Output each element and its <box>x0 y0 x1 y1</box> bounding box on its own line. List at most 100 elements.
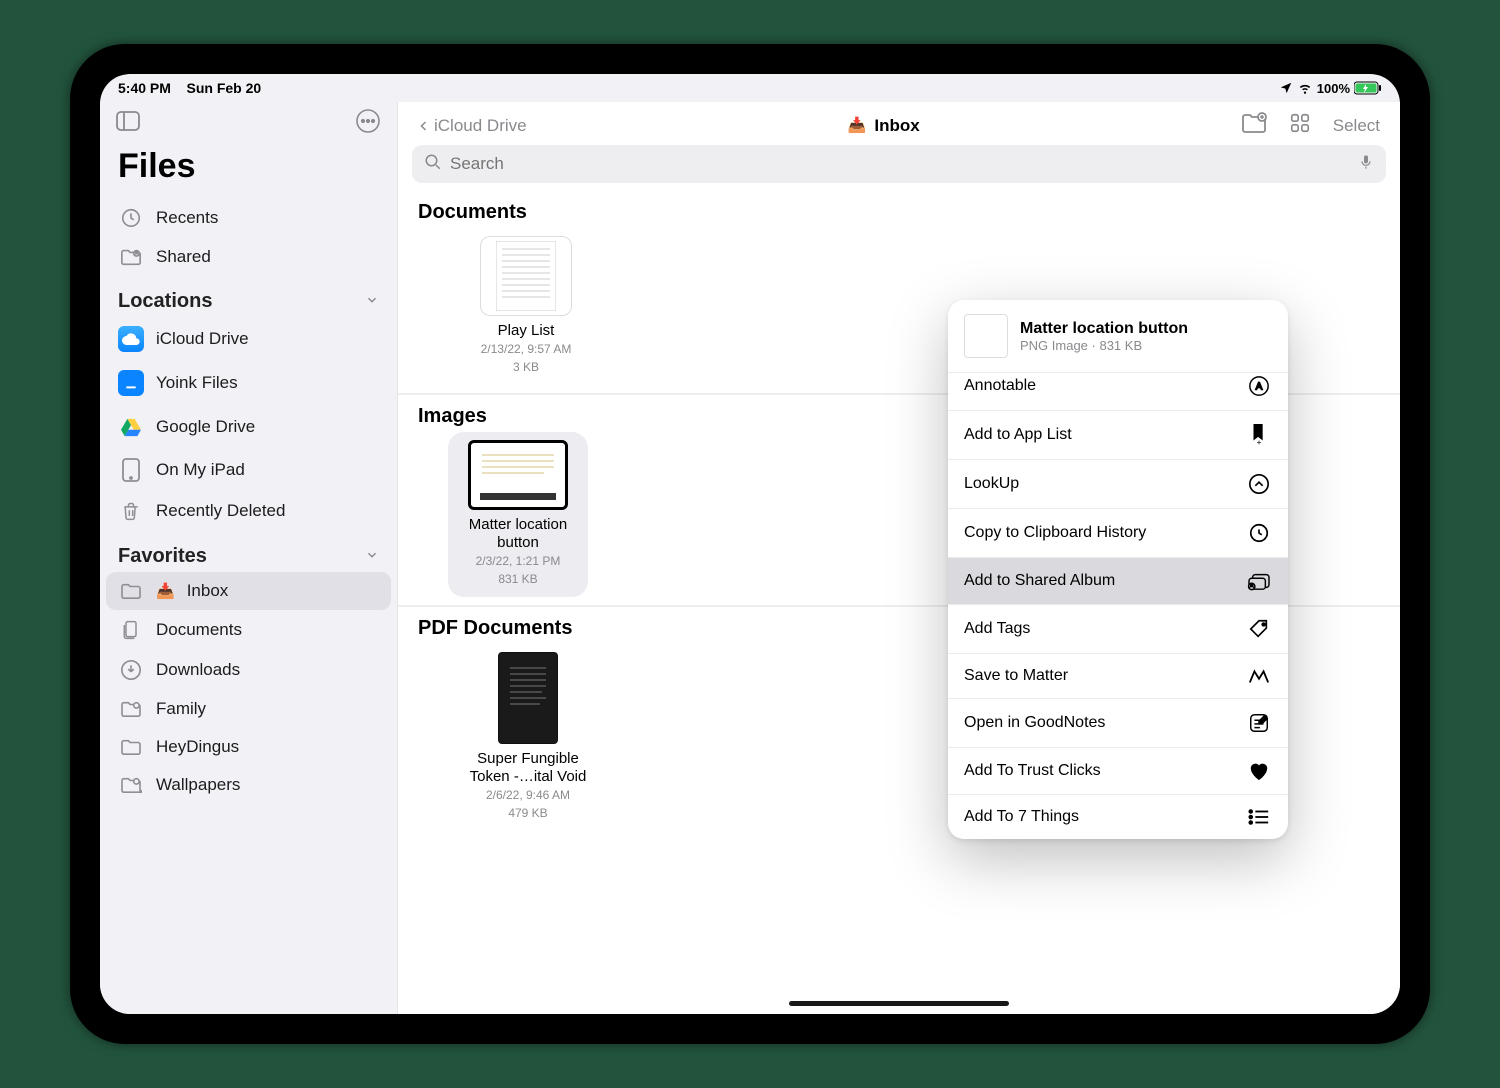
content-area: iCloud Drive 📥 Inbox Select <box>398 102 1400 1014</box>
svg-text:+: + <box>1257 438 1262 446</box>
back-label: iCloud Drive <box>434 116 527 136</box>
view-options-icon[interactable] <box>1289 112 1311 139</box>
icloud-icon <box>118 326 144 352</box>
svg-text:A: A <box>1256 382 1263 393</box>
chevron-down-icon <box>365 545 379 568</box>
shared-album-icon <box>1246 571 1272 591</box>
clock-icon <box>118 207 144 229</box>
sidebar-title: Files <box>106 139 391 198</box>
sidebar-item-label: Family <box>156 699 206 719</box>
sidebar-item-google-drive[interactable]: Google Drive <box>106 405 391 449</box>
sidebar-item-label: Wallpapers <box>156 775 240 795</box>
chevron-down-icon <box>365 290 379 313</box>
google-drive-icon <box>118 414 144 440</box>
list-icon <box>1246 808 1272 826</box>
sidebar-item-downloads[interactable]: Downloads <box>106 650 391 690</box>
sidebar-item-label: Google Drive <box>156 417 255 437</box>
matter-icon <box>1246 667 1272 685</box>
file-name: Play List <box>466 322 586 340</box>
context-thumbnail <box>964 314 1008 358</box>
file-meta-size: 831 KB <box>454 572 582 588</box>
status-date: Sun Feb 20 <box>186 80 261 96</box>
tag-icon <box>1246 618 1272 640</box>
annotate-icon: A <box>1246 375 1272 397</box>
status-time: 5:40 PM <box>118 80 171 96</box>
ipad-frame: 5:40 PM Sun Feb 20 100% ••• <box>70 44 1430 1044</box>
screen: 5:40 PM Sun Feb 20 100% ••• <box>100 74 1400 1014</box>
file-tile[interactable]: Super Fungible Token -…ital Void 2/6/22,… <box>458 652 598 821</box>
file-thumbnail <box>468 440 568 510</box>
context-item-add-app-list[interactable]: Add to App List + <box>948 410 1288 459</box>
nav-bar: iCloud Drive 📥 Inbox Select <box>398 102 1400 145</box>
battery-icon <box>1354 81 1382 95</box>
sidebar-item-label: On My iPad <box>156 460 245 480</box>
sidebar-item-recents[interactable]: Recents <box>106 198 391 238</box>
context-item-trust-clicks[interactable]: Add To Trust Clicks <box>948 747 1288 794</box>
microphone-icon[interactable] <box>1358 152 1374 177</box>
file-meta-size: 479 KB <box>458 806 598 822</box>
context-item-lookup[interactable]: LookUp <box>948 459 1288 508</box>
file-thumbnail <box>498 652 558 744</box>
goodnotes-icon <box>1246 712 1272 734</box>
back-button[interactable]: iCloud Drive <box>418 116 527 136</box>
context-subtitle: PNG Image · 831 KB <box>1020 338 1188 353</box>
yoink-icon <box>118 370 144 396</box>
chevron-up-circle-icon <box>1246 473 1272 495</box>
context-item-add-tags[interactable]: Add Tags <box>948 604 1288 653</box>
context-title: Matter location button <box>1020 320 1188 338</box>
inbox-emoji-icon: 📥 <box>156 584 175 599</box>
status-bar: 5:40 PM Sun Feb 20 100% <box>100 74 1400 102</box>
sidebar-item-inbox[interactable]: 📥 Inbox <box>106 572 391 610</box>
sidebar-item-heydingus[interactable]: HeyDingus <box>106 728 391 766</box>
context-item-7-things[interactable]: Add To 7 Things <box>948 794 1288 839</box>
context-item-shared-album[interactable]: Add to Shared Album <box>948 557 1288 604</box>
more-icon[interactable] <box>355 108 381 139</box>
sidebar-item-recently-deleted[interactable]: Recently Deleted <box>106 491 391 531</box>
history-icon <box>1246 522 1272 544</box>
bookmark-add-icon: + <box>1246 424 1272 446</box>
location-icon <box>1279 81 1293 95</box>
context-item-annotable[interactable]: Annotable A <box>948 372 1288 410</box>
file-thumbnail <box>480 236 572 316</box>
file-name: Super Fungible Token -…ital Void <box>458 750 598 786</box>
context-item-save-matter[interactable]: Save to Matter <box>948 653 1288 698</box>
context-menu: Matter location button PNG Image · 831 K… <box>948 300 1288 839</box>
file-tile-selected[interactable]: Matter location button 2/3/22, 1:21 PM 8… <box>448 432 588 597</box>
sidebar-item-label: Recently Deleted <box>156 501 285 521</box>
file-meta-date: 2/6/22, 9:46 AM <box>458 788 598 804</box>
sidebar-heading-favorites[interactable]: Favorites <box>106 537 391 572</box>
sidebar-item-documents[interactable]: Documents <box>106 610 391 650</box>
select-button[interactable]: Select <box>1333 116 1380 136</box>
sidebar-item-label: Shared <box>156 247 211 267</box>
shared-folder-icon <box>118 776 144 794</box>
sidebar-item-wallpapers[interactable]: Wallpapers <box>106 766 391 804</box>
sidebar-item-label: Recents <box>156 208 218 228</box>
inbox-emoji-icon: 📥 <box>848 118 867 133</box>
file-name: Matter location button <box>454 516 582 552</box>
shared-folder-icon <box>118 700 144 718</box>
search-input[interactable] <box>450 154 1350 174</box>
context-item-clipboard-history[interactable]: Copy to Clipboard History <box>948 508 1288 557</box>
home-indicator[interactable] <box>789 1001 1009 1006</box>
wifi-icon <box>1297 81 1313 95</box>
sidebar-heading-locations[interactable]: Locations <box>106 282 391 317</box>
sidebar-item-on-my-ipad[interactable]: On My iPad <box>106 449 391 491</box>
file-meta-date: 2/13/22, 9:57 AM <box>466 342 586 358</box>
file-tile[interactable]: Play List 2/13/22, 9:57 AM 3 KB <box>466 236 586 375</box>
trash-icon <box>118 500 144 522</box>
search-icon <box>424 153 442 176</box>
sidebar-item-family[interactable]: Family <box>106 690 391 728</box>
section-heading-documents: Documents <box>398 191 1400 230</box>
sidebar-item-label: Downloads <box>156 660 240 680</box>
sidebar-item-icloud-drive[interactable]: iCloud Drive <box>106 317 391 361</box>
sidebar-item-label: HeyDingus <box>156 737 239 757</box>
search-field[interactable] <box>412 145 1386 183</box>
sidebar-toggle-icon[interactable] <box>116 111 140 136</box>
download-icon <box>118 659 144 681</box>
sidebar-item-shared[interactable]: Shared <box>106 238 391 276</box>
new-folder-icon[interactable] <box>1241 112 1267 139</box>
sidebar-item-yoink-files[interactable]: Yoink Files <box>106 361 391 405</box>
heart-icon <box>1246 761 1272 781</box>
context-item-goodnotes[interactable]: Open in GoodNotes <box>948 698 1288 747</box>
file-meta-size: 3 KB <box>466 360 586 376</box>
